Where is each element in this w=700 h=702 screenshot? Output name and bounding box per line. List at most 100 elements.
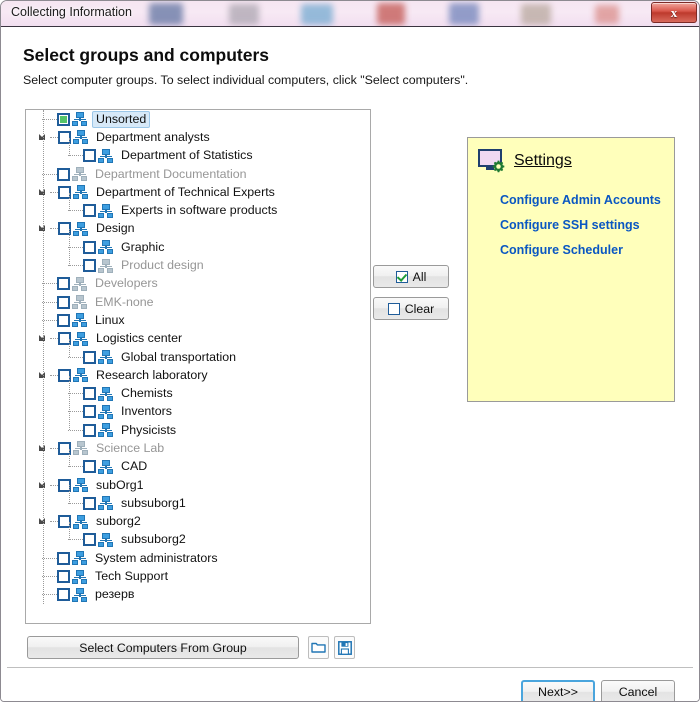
tree-node-checkbox[interactable] [83,259,96,273]
tree-node-label: Department of Statistics [121,148,253,163]
workgroup-icon [73,185,89,200]
tree-node[interactable]: suborg2 [26,513,370,531]
tree-guide-branch [69,229,70,266]
tree-node-label: EMK-none [95,294,154,309]
tree-node[interactable]: Research laboratory [26,366,370,384]
footer-divider [7,667,693,668]
desktop-icon-blur-4 [449,3,479,25]
tree-node-checkbox[interactable] [83,240,96,254]
tree-connector [50,136,58,138]
tree-node[interactable]: Science Lab [26,439,370,457]
tree-node-checkbox[interactable] [57,551,70,565]
tree-node[interactable]: CAD [26,458,370,476]
configure-admin-accounts-link[interactable]: Configure Admin Accounts [500,193,661,207]
tree-guide-branch [69,448,70,467]
select-all-button[interactable]: All [373,265,449,288]
tree-node[interactable]: Graphic [26,238,370,256]
page-subtitle: Select computer groups. To select indivi… [23,73,469,87]
tree-node-checkbox[interactable] [57,313,70,327]
settings-panel: Settings Configure Admin Accounts Config… [467,137,675,402]
tree-node[interactable]: Department of Technical Experts [26,183,370,201]
tree-node-checkbox[interactable] [83,204,96,218]
tree-node[interactable]: Developers [26,275,370,293]
tree-node-checkbox[interactable] [83,149,96,163]
workgroup-icon [98,240,114,255]
tree-node-checkbox[interactable] [83,405,96,419]
tree-node[interactable]: subsuborg2 [26,531,370,549]
tree-node[interactable]: Inventors [26,403,370,421]
configure-scheduler-link[interactable]: Configure Scheduler [500,243,623,257]
tree-node-label: Graphic [121,239,165,254]
tree-node[interactable]: Design [26,220,370,238]
workgroup-icon [98,148,114,163]
tree-connector [42,301,57,303]
workgroup-icon [73,221,89,236]
group-tree-panel[interactable]: Unsorted Department analysts Department of… [25,109,371,624]
tree-node[interactable]: Unsorted [26,110,370,128]
tree-node-checkbox-partial[interactable] [57,112,70,126]
tree-node-label: Science Lab [96,440,165,455]
tree-node[interactable]: Global transportation [26,348,370,366]
tree-node[interactable]: Department analysts [26,128,370,146]
tree-node[interactable]: Product design [26,256,370,274]
dialog-window: Collecting Information x Select groups a… [0,0,700,702]
tree-connector [68,246,83,248]
tree-node-checkbox[interactable] [83,387,96,401]
workgroup-icon [98,532,114,547]
close-button[interactable]: x [651,2,697,23]
clear-selection-button[interactable]: Clear [373,297,449,320]
configure-ssh-settings-link[interactable]: Configure SSH settings [500,218,640,232]
workgroup-icon [98,459,114,474]
tree-guide-branch [69,137,70,156]
workgroup-icon [72,313,88,328]
tree-node-label: Research laboratory [96,367,208,382]
tree-node-label: System administrators [95,550,218,565]
tree-node[interactable]: subOrg1 [26,476,370,494]
tree-node[interactable]: Tech Support [26,567,370,585]
tree-node-checkbox[interactable] [57,588,70,602]
save-list-button[interactable] [334,636,355,659]
workgroup-icon [98,386,114,401]
tree-node-checkbox[interactable] [83,460,96,474]
tree-node-checkbox[interactable] [57,167,70,181]
tree-node-label: Design [96,221,135,236]
clear-label: Clear [404,301,435,316]
tree-node[interactable]: Department Documentation [26,165,370,183]
select-computers-from-group-button[interactable]: Select Computers From Group [27,636,299,659]
tree-node[interactable]: Logistics center [26,330,370,348]
settings-title[interactable]: Settings [514,152,572,170]
tree-node-checkbox[interactable] [57,570,70,584]
tree-node-label: Department of Technical Experts [96,184,275,199]
next-button[interactable]: Next>> [521,680,595,701]
tree-node[interactable]: System administrators [26,549,370,567]
tree-connector [42,319,57,321]
tree-node-label: CAD [121,459,148,474]
tree-node[interactable]: Linux [26,311,370,329]
title-bar: Collecting Information x [1,1,699,27]
tree-node[interactable]: Chemists [26,384,370,402]
tree-node[interactable]: резерв [26,586,370,604]
tree-node-checkbox[interactable] [83,496,96,510]
tree-node-checkbox[interactable] [57,295,70,309]
tree-connector [68,539,83,541]
tree-node-label: suborg2 [96,514,141,529]
tree-node[interactable]: Department of Statistics [26,147,370,165]
cancel-button[interactable]: Cancel [601,680,675,701]
select-all-label: All [412,269,427,284]
tree-node-checkbox[interactable] [83,350,96,364]
tree-connector [68,502,83,504]
tree-node-label: Department analysts [96,129,210,144]
tree-node-checkbox[interactable] [83,423,96,437]
tree-node[interactable]: Physicists [26,421,370,439]
tree-node-checkbox[interactable] [57,277,70,291]
tree-connector [42,173,57,175]
cancel-label: Cancel [618,685,658,699]
tree-node[interactable]: subsuborg1 [26,494,370,512]
tree-node-checkbox[interactable] [83,533,96,547]
tree-node[interactable]: EMK-none [26,293,370,311]
tree-node[interactable]: Experts in software products [26,201,370,219]
page-title: Select groups and computers [23,45,270,65]
open-list-button[interactable] [308,636,329,659]
tree-connector [50,521,58,523]
dialog-content: Select groups and computers Select compu… [1,27,699,701]
